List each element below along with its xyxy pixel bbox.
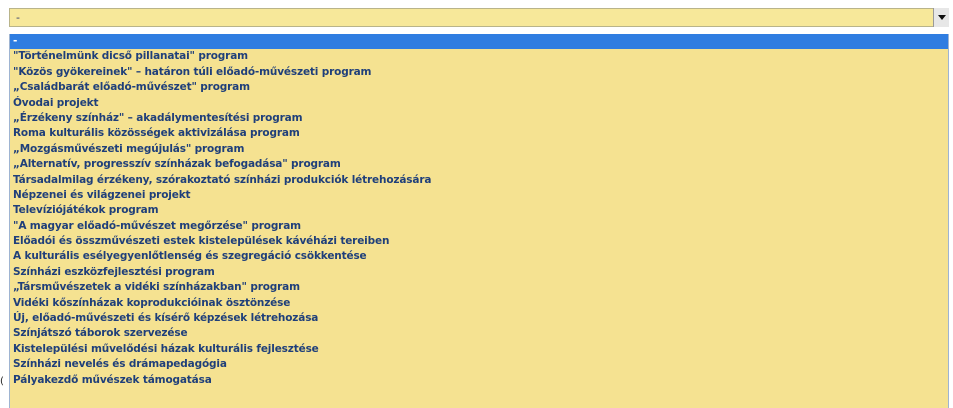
option-kozos-gyokereink[interactable]: "Közös gyökereinek" – határon túli előad… — [10, 65, 948, 80]
option-empty[interactable]: - — [10, 34, 948, 50]
option-szinhazi-neveles-dramapedagogia[interactable]: Színházi nevelés és drámapedagógia — [10, 357, 948, 372]
option-televiziojatekok-program[interactable]: Televíziójátékok program — [10, 203, 948, 218]
option-nepzenei-vilagzenei-projekt[interactable]: Népzenei és világzenei projekt — [10, 188, 948, 203]
option-tarsadalmilag-erzekeny-produkciok[interactable]: Társadalmilag érzékeny, szórakoztató szí… — [10, 173, 948, 188]
option-eloadoi-osszmuveszeti-estek[interactable]: Előadói és összművészeti estek kistelepü… — [10, 234, 948, 249]
option-roma-kulturalis-kozossegek[interactable]: Roma kulturális közösségek aktivizálása … — [10, 126, 948, 141]
chevron-down-icon — [938, 15, 946, 20]
option-tarsmuveszetek-videki-szinhazakban[interactable]: „Társművészetek a vidéki színházakban" p… — [10, 280, 948, 295]
option-magyar-eloado-muveszet-megorzese[interactable]: "A magyar előadó-művészet megőrzése" pro… — [10, 219, 948, 234]
option-tortenelmunk-dicso-pillanatai[interactable]: "Történelmünk dicső pillanatai" program — [10, 49, 948, 64]
option-csaladbarat-eloado-muveszet[interactable]: „Családbarát előadó-művészet" program — [10, 80, 948, 95]
option-szinjatszo-taborok[interactable]: Színjátszó táborok szervezése — [10, 326, 948, 341]
option-kulturalis-eselyegyenloseg[interactable]: A kulturális esélyegyenlőtlenség és szeg… — [10, 249, 948, 264]
dropdown-toggle-button[interactable] — [933, 8, 949, 27]
option-mozgasmuveszeti-megujulas[interactable]: „Mozgásművészeti megújulás" program — [10, 142, 948, 157]
dropdown-options-list[interactable]: - "Történelmünk dicső pillanatai" progra… — [9, 34, 949, 408]
program-select[interactable]: - — [9, 8, 949, 27]
option-videki-koszinhazak-koprodukcioi[interactable]: Vidéki kőszínházak koprodukcióinak ösztö… — [10, 296, 948, 311]
option-palyakezdo-muveszek[interactable]: Pályakezdő művészek támogatása — [10, 373, 948, 388]
option-erzekeny-szinhaz[interactable]: „Érzékeny színház" – akadálymentesítési … — [10, 111, 948, 126]
option-szinhazi-eszkozfejlesztesi[interactable]: Színházi eszközfejlesztési program — [10, 265, 948, 280]
option-kistelepulesi-muvelodesi-hazak[interactable]: Kistelepülési művelődési házak kulturáli… — [10, 342, 948, 357]
option-uj-eloado-muveszeti-kepzesek[interactable]: Új, előadó-művészeti és kísérő képzések … — [10, 311, 948, 326]
selected-value: - — [16, 11, 20, 24]
option-ovodai-projekt[interactable]: Óvodai projekt — [10, 96, 948, 111]
partial-background-text: ( — [0, 376, 4, 387]
option-alternativ-progressziv-szinhazak[interactable]: „Alternatív, progresszív színházak befog… — [10, 157, 948, 172]
